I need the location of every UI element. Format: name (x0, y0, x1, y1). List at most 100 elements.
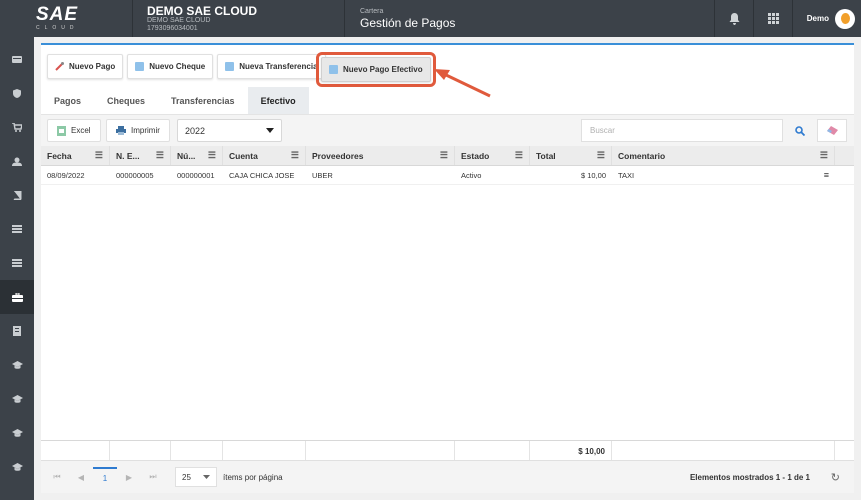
page-title: Gestión de Pagos (360, 15, 456, 30)
refresh-icon[interactable]: ↻ (831, 471, 840, 484)
sidebar-item-4[interactable] (0, 144, 34, 178)
tab-efectivo[interactable]: Efectivo (247, 87, 309, 114)
printer-icon (116, 126, 126, 135)
page-number[interactable]: 1 (93, 467, 117, 487)
filter-icon[interactable]: ☰ (291, 150, 299, 161)
apps-button[interactable] (753, 0, 792, 37)
column-header-cuenta[interactable]: Cuenta ☰ (223, 146, 306, 165)
list-icon (12, 259, 22, 267)
cell-ne: 000000005 (116, 170, 154, 180)
footer-cell (612, 441, 835, 461)
filter-icon[interactable]: ☰ (208, 150, 216, 161)
next-page-button[interactable]: ▶ (117, 467, 141, 487)
search-button[interactable] (787, 119, 813, 142)
nueva-transferencia-label: Nueva Transferencia (239, 62, 318, 71)
sidebar-item-11[interactable] (0, 382, 34, 416)
sidebar-item-7[interactable] (0, 246, 34, 280)
page-size-label: ítems por página (223, 472, 283, 482)
first-page-button[interactable]: ⏮ (45, 467, 69, 487)
filter-icon[interactable]: ☰ (820, 150, 828, 161)
sidebar-item-8[interactable] (0, 280, 34, 314)
sidebar-item-9[interactable] (0, 314, 34, 348)
graduation-icon (11, 395, 23, 403)
tab-pagos[interactable]: Pagos (41, 87, 94, 114)
user-menu[interactable]: Demo (792, 0, 861, 37)
last-page-button[interactable]: ⏭ (141, 467, 165, 487)
column-label: Fecha (47, 150, 72, 161)
graduation-icon (11, 361, 23, 369)
imprimir-button[interactable]: Imprimir (106, 119, 170, 142)
main-panel: Nuevo Pago Nuevo Cheque Nueva Transferen… (41, 43, 854, 493)
filter-icon[interactable]: ☰ (95, 150, 103, 161)
column-label: Total (536, 150, 556, 161)
notifications-button[interactable] (714, 0, 753, 37)
table-row[interactable]: 08/09/2022 000000005 000000001 CAJA CHIC… (41, 166, 854, 185)
sidebar-item-2[interactable] (0, 76, 34, 110)
column-header-estado[interactable]: Estado ☰ (455, 146, 530, 165)
footer-cell (455, 441, 530, 461)
column-header-fecha[interactable]: Fecha ☰ (41, 146, 110, 165)
tab-transferencias[interactable]: Transferencias (158, 87, 248, 114)
graduation-icon (11, 463, 23, 471)
company-id: 1793096034001 (147, 24, 198, 32)
user-icon (12, 157, 22, 166)
page-size-select[interactable]: 25 (175, 467, 217, 487)
sidebar-item-1[interactable] (0, 42, 34, 76)
column-label: Comentario (618, 150, 666, 161)
company-name: DEMO SAE CLOUD (147, 3, 258, 18)
column-header-total[interactable]: Total ☰ (530, 146, 612, 165)
prev-page-button[interactable]: ◀ (69, 467, 93, 487)
column-header-proveedores[interactable]: Proveedores ☰ (306, 146, 455, 165)
imprimir-label: Imprimir (131, 126, 160, 135)
cart-icon (12, 122, 22, 132)
cell-estado: Activo (461, 170, 482, 180)
row-menu-icon[interactable]: ≡ (824, 170, 829, 180)
nuevo-pago-label: Nuevo Pago (69, 62, 116, 71)
sidebar-item-12[interactable] (0, 416, 34, 450)
search-input[interactable]: Buscar (581, 119, 783, 142)
nuevo-pago-efectivo-button[interactable]: Nuevo Pago Efectivo (321, 57, 431, 82)
excel-icon (57, 125, 66, 136)
sidebar-item-3[interactable] (0, 110, 34, 144)
sidebar-item-10[interactable] (0, 348, 34, 382)
sidebar-item-5[interactable] (0, 178, 34, 212)
logo[interactable]: SAE CLOUD (0, 0, 133, 37)
nuevo-pago-efectivo-label: Nuevo Pago Efectivo (343, 65, 423, 74)
bell-icon (729, 12, 739, 25)
column-header-comentario[interactable]: Comentario ☰ (612, 146, 835, 165)
book-icon (13, 190, 21, 200)
footer-cell (110, 441, 171, 461)
filter-icon[interactable]: ☰ (515, 150, 523, 161)
company-line2: DEMO SAE CLOUD (147, 16, 211, 24)
year-select[interactable]: 2022 (177, 119, 282, 142)
sidebar-item-13[interactable] (0, 450, 34, 484)
filter-icon[interactable]: ☰ (597, 150, 605, 161)
annotation-arrow-icon (434, 69, 491, 98)
filter-icon[interactable]: ☰ (156, 150, 164, 161)
nueva-transferencia-button[interactable]: Nueva Transferencia (217, 54, 326, 79)
column-label: Estado (461, 150, 490, 161)
sidebar-item-6[interactable] (0, 212, 34, 246)
filter-icon[interactable]: ☰ (440, 150, 448, 161)
tab-cheques[interactable]: Cheques (94, 87, 158, 114)
list-icon (12, 225, 22, 233)
nuevo-pago-button[interactable]: Nuevo Pago (47, 54, 124, 79)
excel-button[interactable]: Excel (47, 119, 101, 142)
avatar (835, 8, 855, 29)
column-header-numero[interactable]: Nú... ☰ (171, 146, 223, 165)
footer-total: $ 10,00 (530, 441, 612, 461)
year-value: 2022 (185, 125, 206, 136)
footer-cell (306, 441, 455, 461)
grid-apps-icon (767, 13, 779, 24)
sidebar (0, 37, 34, 500)
nuevo-cheque-button[interactable]: Nuevo Cheque (127, 54, 214, 79)
cell-fecha: 08/09/2022 (47, 170, 85, 180)
company-info[interactable]: DEMO SAE CLOUD DEMO SAE CLOUD 1793096034… (133, 0, 345, 37)
clear-filter-button[interactable] (817, 119, 847, 142)
pager: ⏮ ◀ 1 ▶ ⏭ 25 ítems por página Elementos … (41, 460, 854, 493)
cash-icon (329, 65, 338, 74)
document-icon (13, 326, 21, 336)
briefcase-icon (11, 292, 23, 302)
column-header-ne[interactable]: N. E... ☰ (110, 146, 171, 165)
pager-info: Elementos mostrados 1 - 1 de 1 (689, 472, 810, 482)
